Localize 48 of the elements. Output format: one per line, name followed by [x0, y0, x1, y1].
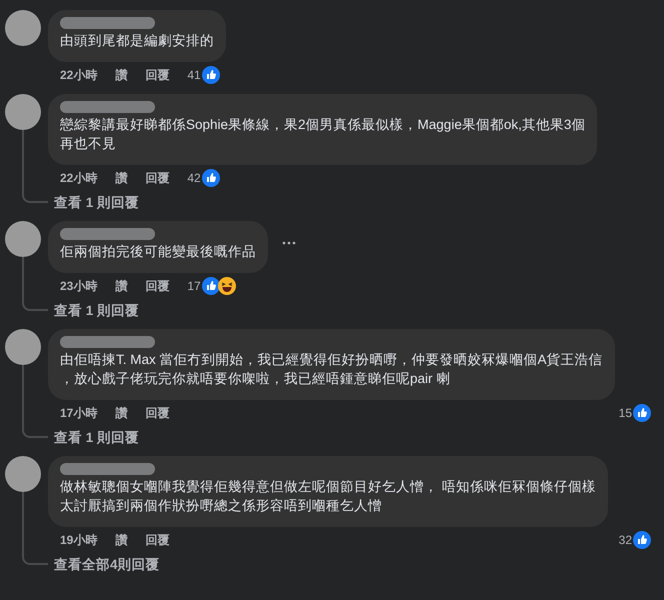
- avatar[interactable]: [5, 456, 41, 492]
- blurred-name[interactable]: [60, 101, 155, 113]
- thread-connector: [22, 299, 48, 311]
- view-replies-link[interactable]: 查看全部4則回覆: [54, 553, 160, 577]
- more-icon[interactable]: [282, 241, 296, 245]
- blurred-name[interactable]: [60, 228, 155, 240]
- like-link[interactable]: 讚: [115, 404, 128, 422]
- avatar[interactable]: [5, 94, 41, 130]
- avatar[interactable]: [5, 221, 41, 257]
- thread-connector: [22, 191, 48, 203]
- avatar[interactable]: [5, 10, 41, 46]
- comment-time[interactable]: 22小時: [60, 169, 98, 187]
- blurred-name[interactable]: [60, 17, 155, 29]
- comment-time[interactable]: 19小時: [60, 531, 98, 549]
- reply-link[interactable]: 回覆: [145, 66, 170, 84]
- view-replies-link[interactable]: 查看 1 則回覆: [54, 191, 140, 215]
- reply-link[interactable]: 回覆: [145, 531, 170, 549]
- view-replies-link[interactable]: 查看 1 則回覆: [54, 426, 140, 450]
- comment-text: 佢兩個拍完後可能變最後嘅作品: [60, 243, 256, 261]
- reply-link[interactable]: 回覆: [145, 404, 170, 422]
- thread-connector: [22, 553, 48, 565]
- reaction-count[interactable]: 15: [618, 404, 632, 422]
- reaction-count[interactable]: 42: [187, 169, 201, 187]
- comment-time[interactable]: 22小時: [60, 66, 98, 84]
- like-link[interactable]: 讚: [115, 277, 128, 295]
- like-link[interactable]: 讚: [115, 66, 128, 84]
- comment-text: 戀綜黎講最好睇都係Sophie果條線，果2個男真係最似樣，Maggie果個都ok,其他果3個 再也不見: [60, 116, 586, 153]
- reply-link[interactable]: 回覆: [145, 169, 170, 187]
- view-replies-link[interactable]: 查看 1 則回覆: [54, 299, 140, 323]
- comment-text: 由佢唔揀T. Max 當佢冇到開始，我已經覺得佢好扮晒嘢，仲要發晒姣冧爆嗰個A貨王浩信 ，放心戲子佬玩完你就唔要你㗎啦，我已經唔鍾意睇佢呢pair 喇: [60, 351, 603, 388]
- comment-time[interactable]: 23小時: [60, 277, 98, 295]
- thread-connector: [22, 426, 48, 438]
- like-link[interactable]: 讚: [115, 169, 128, 187]
- like-link[interactable]: 讚: [115, 531, 128, 549]
- avatar[interactable]: [5, 329, 41, 365]
- blurred-name[interactable]: [60, 336, 155, 348]
- reply-link[interactable]: 回覆: [145, 277, 170, 295]
- reaction-count[interactable]: 41: [187, 66, 201, 84]
- thread-line: [22, 365, 24, 426]
- blurred-name[interactable]: [60, 463, 155, 475]
- comment-time[interactable]: 17小時: [60, 404, 98, 422]
- thread-line: [22, 257, 24, 299]
- comment-text: 由頭到尾都是編劇安排的: [60, 32, 214, 50]
- reaction-count[interactable]: 32: [618, 531, 632, 549]
- reaction-count[interactable]: 17: [187, 277, 201, 295]
- thread-line: [22, 492, 24, 553]
- thread-line: [22, 130, 24, 191]
- comment-text: 做林敏聰個女嗰陣我覺得佢幾得意但做左呢個節目好乞人憎， 唔知係咪佢冧個條仔個樣 太討厭搞到兩個作狀扮嘢總之係形容唔到嗰種乞人憎: [60, 478, 596, 515]
